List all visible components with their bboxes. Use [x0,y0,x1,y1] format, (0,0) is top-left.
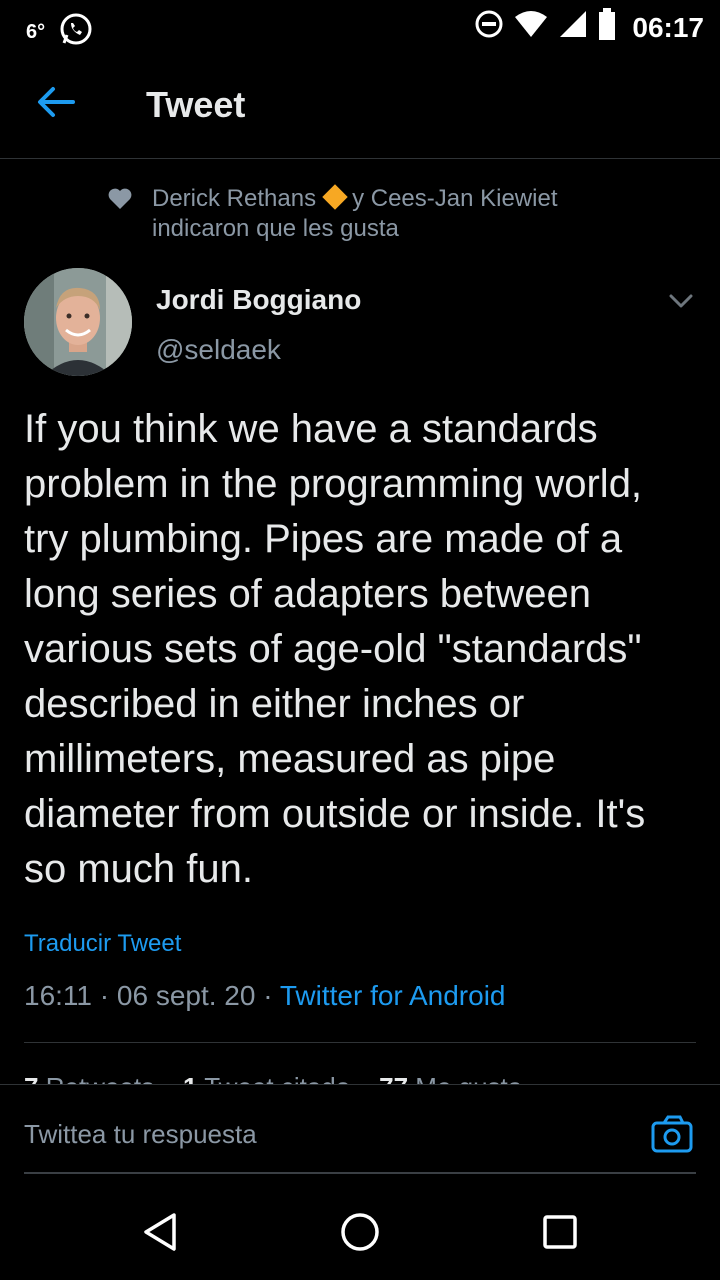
system-nav-bar [0,1180,720,1280]
signal-icon [558,9,588,46]
tweet-meta: 16:11 · 06 sept. 20 · Twitter for Androi… [24,980,506,1012]
reply-input[interactable]: Twittea tu respuesta [24,1119,257,1150]
tweet-text: If you think we have a standards problem… [24,407,646,891]
likes-label: Me gusta [415,1072,522,1084]
tweet-date: 06 sept. 20 [116,980,256,1011]
meta-separator: · [99,980,110,1011]
page-title: Tweet [146,84,246,125]
retweets-stat[interactable]: 7 Retweets [24,1072,154,1084]
chevron-down-icon [669,294,693,308]
quotes-stat[interactable]: 1 Tweet citado [183,1072,350,1084]
retweets-label: Retweets [46,1072,154,1084]
home-nav-button[interactable] [338,1210,382,1254]
quotes-label: Tweet citado [204,1072,350,1084]
author-name[interactable]: Jordi Boggiano [156,284,361,316]
heart-icon [108,188,132,215]
likes-count: 77 [379,1072,408,1084]
back-button[interactable] [36,82,76,122]
whatsapp-icon [59,12,93,53]
divider [24,1042,696,1043]
camera-button[interactable] [650,1113,694,1157]
tweet-stats: 7 Retweets 1 Tweet citado 77 Me gusta [24,1072,522,1084]
header: Tweet [0,56,720,159]
do-not-disturb-icon [474,9,504,46]
meta-separator: · [263,980,273,1011]
tweet-source-link[interactable]: Twitter for Android [280,980,506,1011]
temperature: 6° [26,21,46,43]
tweet-time: 16:11 [24,980,92,1011]
avatar[interactable] [24,268,132,376]
reply-underline [24,1172,696,1174]
liked-by-suffix: indicaron que les gusta [152,215,399,242]
back-nav-button[interactable] [138,1210,182,1254]
clock: 06:17 [632,11,704,43]
reply-bar: Twittea tu respuesta [0,1084,720,1175]
more-options-button[interactable] [664,284,698,318]
camera-icon [651,1115,693,1153]
author-handle[interactable]: @seldaek [156,334,281,366]
square-recents-icon [543,1215,577,1249]
quotes-count: 1 [183,1072,197,1084]
liked-by-user: Derick Rethans [152,185,317,212]
battery-icon [598,8,616,47]
retweets-count: 7 [24,1072,38,1084]
liked-by-text: Derick Rethans y Cees-Jan Kiewiet indicar… [152,183,692,244]
wifi-icon [514,9,548,46]
translate-tweet-link[interactable]: Traducir Tweet [24,930,181,958]
triangle-back-icon [144,1213,176,1251]
status-bar: 6° 06:17 [0,0,720,48]
recents-nav-button[interactable] [538,1210,582,1254]
diamond-icon [322,183,348,210]
circle-home-icon [341,1213,379,1251]
arrow-left-icon [38,87,75,117]
liked-by-others: y Cees-Jan Kiewiet [352,185,558,212]
likes-stat[interactable]: 77 Me gusta [379,1072,522,1084]
